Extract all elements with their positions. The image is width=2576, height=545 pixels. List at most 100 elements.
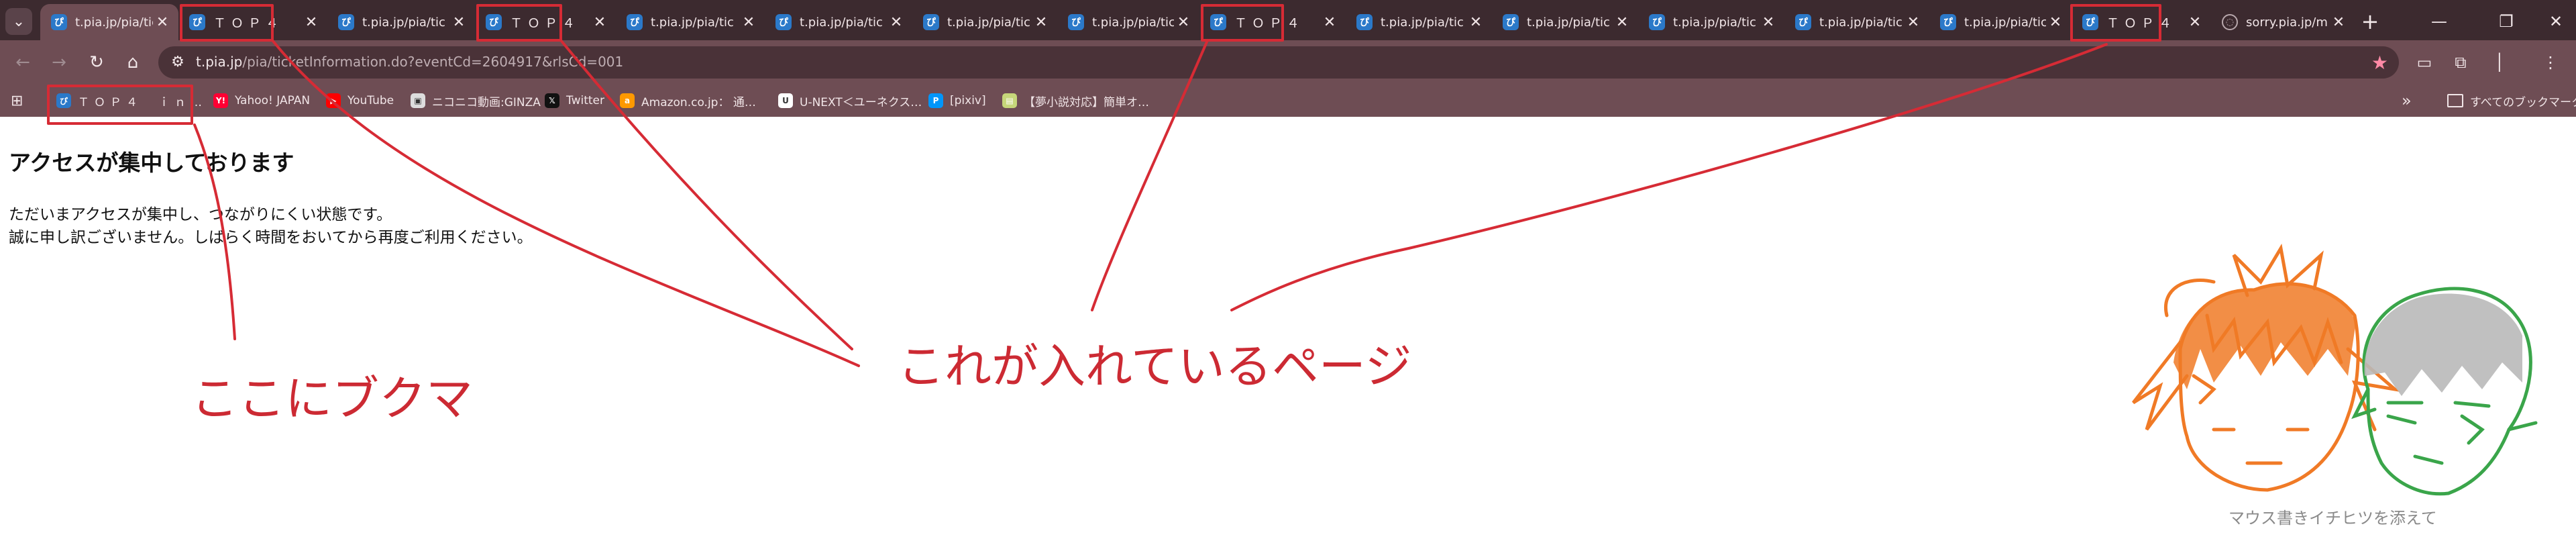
tab[interactable]: ぴ t.pia.jp/pia/tic ✕ — [1638, 4, 1784, 40]
tab-title: t.pia.jp/pia/tic — [1092, 15, 1174, 30]
pixiv-icon: P — [928, 93, 943, 108]
tab[interactable]: ぴ t.pia.jp/pia/tic ✕ — [1784, 4, 1929, 40]
chevron-down-icon: ⌄ — [12, 13, 25, 30]
close-tab-icon[interactable]: ✕ — [1032, 14, 1051, 31]
close-tab-icon[interactable]: ✕ — [1613, 14, 1631, 31]
close-tab-icon[interactable]: ✕ — [2046, 14, 2065, 31]
bookmark-label: [pixiv] — [950, 94, 986, 107]
url-text[interactable]: t.pia.jp/pia/ticketInformation.do?eventC… — [196, 54, 623, 70]
more-bookmarks-button[interactable]: » — [2402, 90, 2412, 111]
apps-button[interactable]: ⊞ — [11, 90, 23, 111]
tab-title: ＴＯＰ４ — [213, 15, 284, 31]
close-tab-icon[interactable]: ✕ — [302, 14, 321, 31]
close-tab-icon[interactable]: ✕ — [1759, 14, 1778, 31]
pia-icon: ぴ — [1503, 14, 1519, 30]
message-line-2: 誠に申し訳ございません。しばらく時間をおいてから再度ご利用ください。 — [9, 229, 533, 246]
tab-title: t.pia.jp/pia/tic — [1673, 15, 1756, 30]
forward-button[interactable]: → — [46, 49, 72, 76]
home-button[interactable]: ⌂ — [119, 49, 146, 76]
tab-title: ＴＯＰ４ — [510, 15, 580, 31]
extensions-button[interactable]: ⧉ — [2447, 49, 2474, 76]
bookmark-star-icon[interactable]: ★ — [2371, 52, 2388, 74]
tab-title: t.pia.jp/pia/tic — [1964, 15, 2046, 30]
tab[interactable]: ぴ t.pia.jp/pia/tic ✕ — [912, 4, 1057, 40]
tab[interactable]: ぴ t.pia.jp/pia/tick✕ — [40, 4, 178, 40]
tab[interactable]: ぴ t.pia.jp/pia/tic ✕ — [1929, 4, 2072, 40]
close-tab-icon[interactable]: ✕ — [2186, 14, 2204, 31]
close-tab-icon[interactable]: ✕ — [2329, 14, 2348, 31]
pia-icon: ぴ — [1068, 14, 1084, 30]
new-tab-button[interactable]: + — [2357, 8, 2383, 35]
tab-strip: ⌄ ぴt.pia.jp/pia/tick✕ぴＴＯＰ４✕ぴt.pia.jp/pia… — [0, 0, 2576, 40]
site-settings-icon[interactable]: ⚙ — [168, 52, 188, 72]
back-button[interactable]: ← — [9, 49, 36, 76]
reload-button[interactable]: ↻ — [83, 49, 110, 76]
pia-icon: ぴ — [486, 14, 502, 30]
toolbar: ← → ↻ ⌂ ⚙ t.pia.jp/pia/ticketInformation… — [0, 40, 2576, 85]
apps-grid-icon: ⊞ — [11, 92, 23, 109]
tab[interactable]: ぴ ＴＯＰ４ ✕ — [2072, 4, 2211, 40]
close-tab-icon[interactable]: ✕ — [1320, 14, 1339, 31]
close-window-button[interactable]: ✕ — [2536, 8, 2576, 35]
tab-title: t.pia.jp/pia/tic — [947, 15, 1030, 30]
bookmark-item[interactable]: ▶ YouTube — [326, 90, 394, 111]
close-tab-icon[interactable]: ✕ — [1174, 14, 1193, 31]
tab[interactable]: ぴ t.pia.jp/pia/tic ✕ — [1346, 4, 1492, 40]
unext-icon: U — [778, 93, 793, 108]
pia-icon: ぴ — [923, 14, 939, 30]
url-host: t.pia.jp — [196, 54, 243, 70]
close-tab-icon[interactable]: ✕ — [1466, 14, 1485, 31]
pia-icon: ぴ — [51, 14, 67, 30]
tab[interactable]: ぴ ＴＯＰ４ ✕ — [475, 4, 616, 40]
tab[interactable]: ぴ ＴＯＰ４ ✕ — [178, 4, 327, 40]
pia-icon: ぴ — [189, 14, 205, 30]
x-icon: 𝕏 — [545, 93, 559, 108]
bookmark-item[interactable]: Y! Yahoo! JAPAN — [213, 90, 310, 111]
bookmark-item[interactable]: U U-NEXT＜ユーネクス… — [778, 90, 922, 111]
tab[interactable]: ぴ t.pia.jp/pia/tic ✕ — [327, 4, 475, 40]
close-tab-icon[interactable]: ✕ — [449, 14, 468, 31]
tab[interactable]: ぴ ＴＯＰ４ ✕ — [1199, 4, 1346, 40]
tab[interactable]: ぴ t.pia.jp/pia/tic ✕ — [1057, 4, 1199, 40]
sidebar-button[interactable]: ▭ — [2411, 49, 2438, 76]
bookmark-item[interactable]: P [pixiv] — [928, 90, 986, 111]
close-tab-icon[interactable]: ✕ — [887, 14, 906, 31]
book-icon: ▤ — [1002, 93, 1017, 108]
double-chevron-right-icon: » — [2402, 91, 2412, 110]
amazon-icon: a — [620, 93, 635, 108]
close-tab-icon[interactable]: ✕ — [153, 14, 172, 31]
sidebar-icon: ▭ — [2416, 53, 2432, 72]
close-tab-icon[interactable]: ✕ — [1904, 14, 1923, 31]
bookmark-label: Yahoo! JAPAN — [235, 94, 311, 107]
all-bookmarks-folder[interactable]: すべてのブックマーク — [2447, 90, 2576, 111]
bookmark-label: Amazon.co.jp： 通… — [641, 95, 756, 109]
page-heading: アクセスが集中しております — [9, 150, 294, 176]
tab-search-button[interactable]: ⌄ — [5, 8, 32, 35]
close-tab-icon[interactable]: ✕ — [590, 14, 609, 31]
tab-title: t.pia.jp/pia/tic — [1819, 15, 1902, 30]
message-line-1: ただいまアクセスが集中し、つながりにくい状態です。 — [9, 206, 392, 224]
bookmark-item[interactable]: 𝕏 Twitter — [545, 90, 604, 111]
close-tab-icon[interactable]: ✕ — [739, 14, 758, 31]
pia-icon: ぴ — [2082, 14, 2098, 30]
bookmark-item[interactable]: ぴ ＴＯＰ４ ｉｎ… — [56, 90, 207, 111]
address-bar[interactable]: ⚙ t.pia.jp/pia/ticketInformation.do?even… — [158, 46, 2399, 79]
tab[interactable]: ぴ t.pia.jp/pia/tic ✕ — [765, 4, 912, 40]
bookmark-label: YouTube — [347, 94, 394, 107]
restore-button[interactable]: ❐ — [2486, 8, 2526, 35]
bookmark-item[interactable]: a Amazon.co.jp： 通… — [620, 90, 756, 111]
kebab-menu-icon: ⋮ — [2542, 53, 2559, 72]
menu-button[interactable]: ⋮ — [2537, 49, 2564, 76]
minimize-button[interactable]: — — [2419, 8, 2459, 35]
bookmark-item[interactable]: ▣ ニコニコ動画:GINZA — [411, 90, 541, 111]
tab-title: ＴＯＰ４ — [2106, 15, 2177, 31]
tab-title: sorry.pia.jp/m — [2246, 15, 2328, 30]
bookmark-item[interactable]: ▤ 【夢小説対応】簡単オ… — [1002, 90, 1149, 111]
arrow-right-icon: → — [52, 52, 66, 72]
bookmark-annotation: ここにブクマ — [191, 371, 473, 426]
tab[interactable]: ぴ t.pia.jp/pia/tic ✕ — [616, 4, 765, 40]
pia-icon: ぴ — [1940, 14, 1956, 30]
tab[interactable]: ぴ t.pia.jp/pia/tic ✕ — [1492, 4, 1638, 40]
url-path: /pia/ticketInformation.do?eventCd=260491… — [242, 54, 624, 70]
tab[interactable]: ◌ sorry.pia.jp/m ✕ — [2211, 4, 2355, 40]
